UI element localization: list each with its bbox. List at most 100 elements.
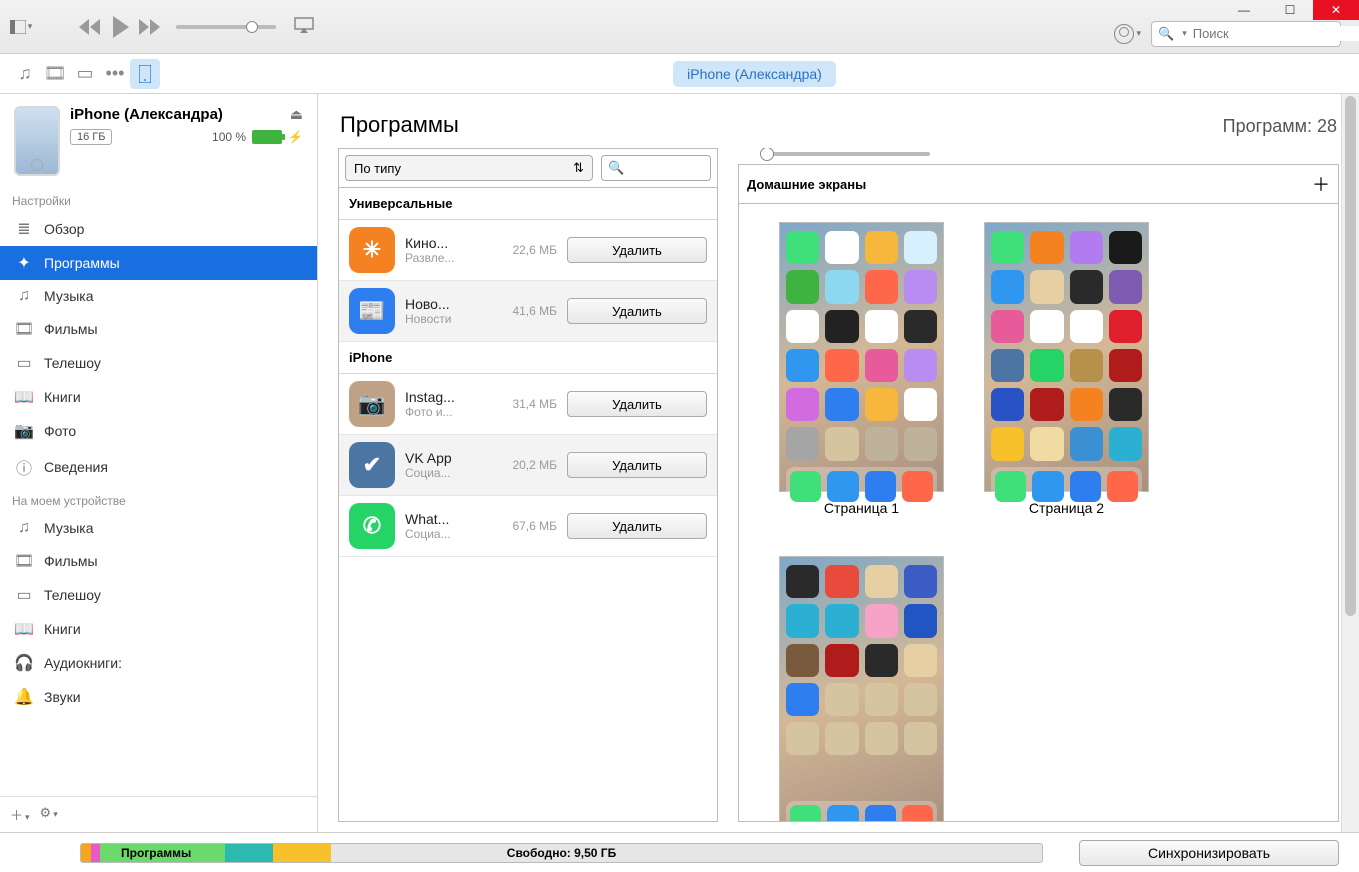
sidebar-item-settings[interactable]: ♫Музыка: [0, 280, 317, 312]
on-device-section-header: На моем устройстве: [0, 486, 317, 512]
storage-segment: [225, 844, 273, 862]
mini-app-icon: [865, 761, 898, 794]
nav-label: Фото: [44, 423, 76, 439]
sort-dropdown[interactable]: По типу ⇅: [345, 155, 593, 181]
sidebar-item-settings[interactable]: 📷 Фото: [0, 414, 317, 448]
nav-icon: 📷: [14, 421, 34, 441]
nav-label: Сведения: [44, 459, 108, 475]
mini-app-icon: [1030, 231, 1063, 264]
sidebar-toggle-button[interactable]: ▾: [6, 16, 36, 38]
sidebar-item-ondevice[interactable]: 🎞Фильмы: [0, 544, 317, 578]
app-size: 31,4 МБ: [497, 397, 557, 411]
settings-gear-button[interactable]: ⚙▾: [40, 805, 58, 824]
content-area: Программы Программ: 28 По типу ⇅ 🔍 Униве…: [318, 94, 1359, 832]
app-row[interactable]: ✳Кино...Развле...22,6 МБУдалить: [339, 220, 717, 281]
mini-app-icon: [786, 349, 819, 382]
sidebar-item-ondevice[interactable]: 🔔Звуки: [0, 680, 317, 714]
app-row[interactable]: 📷Instag...Фото и...31,4 МБУдалить: [339, 374, 717, 435]
mini-app-icon: [1070, 388, 1103, 421]
play-button[interactable]: [106, 13, 134, 41]
mini-app-icon: [991, 270, 1024, 303]
mini-app-icon: [1109, 349, 1142, 382]
sidebar-item-settings[interactable]: ✦Программы: [0, 246, 317, 280]
delete-app-button[interactable]: Удалить: [567, 513, 707, 539]
app-row[interactable]: 📰Ново...Новости41,6 МБУдалить: [339, 281, 717, 342]
app-row[interactable]: ✆What...Социа...67,6 МБУдалить: [339, 496, 717, 557]
mini-app-icon: [1109, 427, 1142, 460]
sidebar-item-ondevice[interactable]: 🎧Аудиокниги:: [0, 646, 317, 680]
airplay-button[interactable]: [294, 17, 314, 36]
dropdown-icon: ⇅: [573, 160, 584, 176]
mini-app-icon: [995, 471, 1026, 502]
home-screen-item[interactable]: Страница 1: [779, 222, 944, 516]
next-track-button[interactable]: [136, 13, 164, 41]
search-field[interactable]: 🔍 ▾: [1151, 21, 1341, 47]
app-icon: ✳: [349, 227, 395, 273]
mini-app-icon: [904, 722, 937, 755]
window-minimize-button[interactable]: —: [1221, 0, 1267, 20]
zoom-slider[interactable]: [760, 152, 930, 156]
nav-label: Книги: [44, 389, 81, 405]
sidebar-item-ondevice[interactable]: ▭Телешоу: [0, 578, 317, 612]
mini-app-icon: [1070, 270, 1103, 303]
movies-library-tab[interactable]: 🎞: [40, 59, 70, 89]
vertical-scrollbar[interactable]: [1341, 94, 1359, 832]
music-library-tab[interactable]: ♫: [10, 59, 40, 89]
device-tab[interactable]: [130, 59, 160, 89]
add-screen-button[interactable]: ＋: [1312, 171, 1330, 197]
mini-app-icon: [1030, 388, 1063, 421]
nav-label: Звуки: [44, 689, 81, 705]
sidebar-item-settings[interactable]: 📖Книги: [0, 380, 317, 414]
sync-button[interactable]: Синхронизировать: [1079, 840, 1339, 866]
eject-button[interactable]: ⏏: [290, 106, 303, 123]
mini-app-icon: [865, 604, 898, 637]
app-name: Ново...: [405, 296, 487, 312]
delete-app-button[interactable]: Удалить: [567, 452, 707, 478]
device-name: iPhone (Александра): [70, 106, 223, 123]
sidebar-item-settings[interactable]: ▭Телешоу: [0, 346, 317, 380]
volume-thumb[interactable]: [246, 21, 258, 33]
delete-app-button[interactable]: Удалить: [567, 237, 707, 263]
home-screen-item[interactable]: [779, 556, 944, 822]
sidebar-item-ondevice[interactable]: 📖Книги: [0, 612, 317, 646]
search-input[interactable]: [1193, 26, 1359, 41]
mini-app-icon: [825, 644, 858, 677]
window-maximize-button[interactable]: ☐: [1267, 0, 1313, 20]
sidebar-item-settings[interactable]: ⓘСведения: [0, 448, 317, 486]
previous-track-button[interactable]: [76, 13, 104, 41]
delete-app-button[interactable]: Удалить: [567, 391, 707, 417]
mini-app-icon: [991, 349, 1024, 382]
mini-app-icon: [865, 683, 898, 716]
battery-icon: [252, 130, 282, 144]
nav-icon: 📖: [14, 619, 34, 639]
nav-label: Телешоу: [44, 355, 101, 371]
mini-app-icon: [786, 388, 819, 421]
apps-search-field[interactable]: 🔍: [601, 155, 711, 181]
window-close-button[interactable]: ✕: [1313, 0, 1359, 20]
app-row[interactable]: ✔VK AppСоциа...20,2 МБУдалить: [339, 435, 717, 496]
storage-segment: [81, 844, 91, 862]
home-screen-item[interactable]: Страница 2: [984, 222, 1149, 516]
mini-app-icon: [865, 644, 898, 677]
account-button[interactable]: ▾: [1114, 24, 1141, 44]
sidebar-item-settings[interactable]: ≣Обзор: [0, 212, 317, 246]
chevron-down-icon: ▾: [1182, 28, 1187, 39]
apps-search-input[interactable]: [624, 161, 704, 176]
mini-app-icon: [1032, 471, 1063, 502]
sidebar-item-ondevice[interactable]: ♫Музыка: [0, 512, 317, 544]
storage-segment: [91, 844, 101, 862]
mini-app-icon: [1070, 427, 1103, 460]
add-playlist-button[interactable]: ＋▾: [10, 805, 30, 824]
mini-app-icon: [825, 565, 858, 598]
mini-app-icon: [825, 349, 858, 382]
scrollbar-thumb[interactable]: [1345, 96, 1356, 616]
tv-library-tab[interactable]: ▭: [70, 59, 100, 89]
zoom-thumb[interactable]: [760, 148, 774, 161]
sidebar-item-settings[interactable]: 🎞Фильмы: [0, 312, 317, 346]
mini-app-icon: [825, 604, 858, 637]
nav-label: Телешоу: [44, 587, 101, 603]
delete-app-button[interactable]: Удалить: [567, 298, 707, 324]
volume-slider[interactable]: [176, 25, 276, 29]
more-library-tab[interactable]: •••: [100, 59, 130, 89]
device-pill[interactable]: iPhone (Александра): [673, 61, 836, 87]
